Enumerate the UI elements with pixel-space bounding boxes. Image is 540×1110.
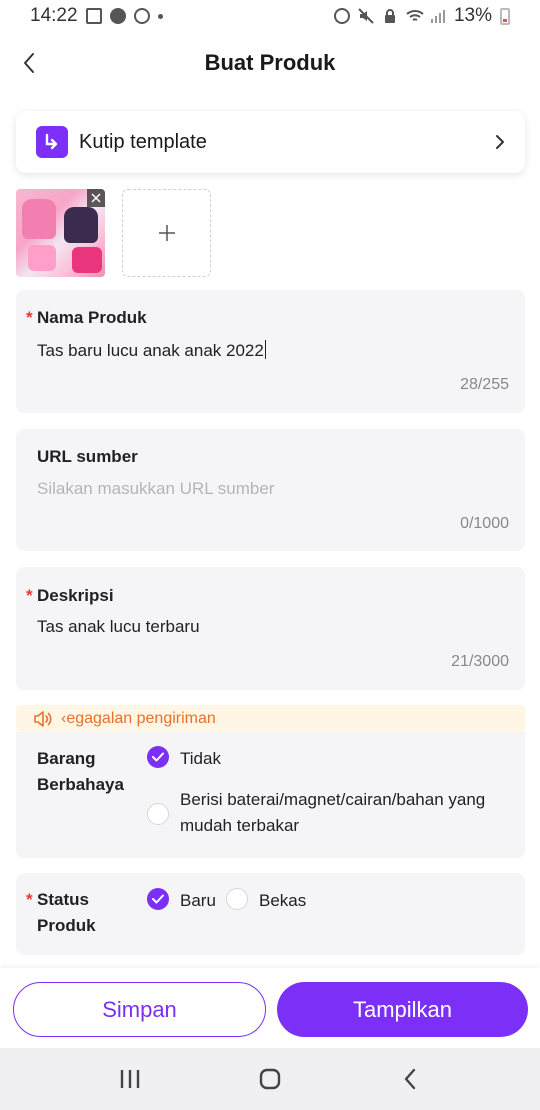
status-option-baru[interactable]: Baru bbox=[147, 888, 216, 914]
product-name-counter: 28/255 bbox=[460, 376, 509, 393]
home-button[interactable] bbox=[240, 1059, 300, 1099]
description-field[interactable]: * Deskripsi Tas anak lucu terbaru 21/3000 bbox=[16, 567, 525, 690]
photo-bag-shape bbox=[64, 207, 98, 243]
mute-icon bbox=[358, 8, 374, 24]
template-label: Kutip template bbox=[79, 130, 207, 153]
back-icon bbox=[404, 1068, 416, 1090]
status-bar-left: 14:22 bbox=[30, 5, 163, 27]
signal-icon bbox=[430, 8, 446, 24]
dangerous-option-berisi[interactable]: Berisi baterai/magnet/cairan/bahan yang … bbox=[147, 787, 507, 839]
page-title: Buat Produk bbox=[204, 50, 336, 75]
product-name-value: Tas baru lucu anak anak 2022 bbox=[37, 341, 264, 360]
sync-notification-icon bbox=[133, 8, 150, 24]
lock-icon bbox=[382, 8, 398, 24]
template-icon bbox=[36, 126, 68, 158]
product-photo-thumbnail[interactable] bbox=[16, 189, 105, 277]
radio-checked-icon bbox=[147, 888, 169, 910]
speaker-icon bbox=[34, 710, 52, 727]
dangerous-goods-section: Barang Berbahaya Tidak Berisi baterai/ma… bbox=[16, 732, 525, 858]
dangerous-option-tidak[interactable]: Tidak bbox=[147, 746, 221, 772]
system-back-button[interactable] bbox=[380, 1059, 440, 1099]
system-nav-bar bbox=[0, 1048, 540, 1110]
gallery-notification-icon bbox=[85, 8, 102, 24]
product-name-input[interactable]: Tas baru lucu anak anak 2022 bbox=[37, 340, 266, 361]
description-input[interactable]: Tas anak lucu terbaru bbox=[37, 617, 200, 637]
status-bar-right: 13% bbox=[333, 5, 510, 27]
option-label: Tidak bbox=[180, 749, 221, 768]
source-url-field[interactable]: URL sumber Silakan masukkan URL sumber 0… bbox=[16, 429, 525, 551]
product-name-label: * Nama Produk bbox=[26, 308, 147, 328]
chevron-left-icon bbox=[24, 53, 34, 73]
radio-unchecked-icon bbox=[226, 888, 248, 910]
source-url-counter: 0/1000 bbox=[460, 515, 509, 532]
publish-button[interactable]: Tampilkan bbox=[277, 982, 528, 1037]
template-selector[interactable]: Kutip template bbox=[16, 111, 525, 173]
more-notifications-icon bbox=[157, 13, 163, 19]
back-button[interactable] bbox=[14, 46, 44, 80]
recent-apps-icon bbox=[120, 1070, 140, 1088]
product-name-label-text: Nama Produk bbox=[37, 308, 147, 327]
photo-row bbox=[16, 189, 211, 277]
close-icon bbox=[91, 193, 101, 203]
required-mark: * bbox=[26, 586, 33, 605]
photo-bag-shape bbox=[28, 245, 56, 271]
remove-photo-button[interactable] bbox=[87, 189, 105, 207]
product-status-label-text: Status Produk bbox=[37, 890, 96, 935]
product-status-section: * Status Produk Baru Bekas bbox=[16, 873, 525, 955]
header: Buat Produk bbox=[0, 36, 540, 90]
status-bar: 14:22 13% bbox=[0, 0, 540, 32]
product-name-field[interactable]: * Nama Produk Tas baru lucu anak anak 202… bbox=[16, 290, 525, 413]
required-mark: * bbox=[26, 308, 33, 327]
text-cursor bbox=[264, 340, 266, 359]
option-label: Bekas bbox=[259, 891, 307, 910]
shipping-notice[interactable]: ‹egagalan pengiriman bbox=[16, 705, 525, 732]
required-mark: * bbox=[26, 890, 33, 909]
status-option-bekas[interactable]: Bekas bbox=[226, 888, 306, 914]
save-button[interactable]: Simpan bbox=[13, 982, 266, 1037]
recent-apps-button[interactable] bbox=[100, 1059, 160, 1099]
description-label-text: Deskripsi bbox=[37, 586, 114, 605]
home-icon bbox=[259, 1068, 281, 1090]
alarm-icon bbox=[333, 8, 350, 24]
photo-bag-shape bbox=[72, 247, 102, 273]
status-time: 14:22 bbox=[30, 5, 78, 26]
source-url-input[interactable]: Silakan masukkan URL sumber bbox=[37, 479, 274, 499]
source-url-label: URL sumber bbox=[37, 447, 138, 466]
product-status-label: * Status Produk bbox=[26, 887, 127, 939]
photo-bag-shape bbox=[22, 199, 56, 239]
app-notification-icon bbox=[109, 8, 126, 24]
notice-text: ‹egagalan pengiriman bbox=[61, 709, 216, 727]
radio-checked-icon bbox=[147, 746, 169, 768]
add-photo-button[interactable] bbox=[122, 189, 211, 277]
bottom-action-bar: Simpan Tampilkan bbox=[0, 968, 540, 1048]
chevron-right-icon bbox=[496, 135, 504, 149]
battery-icon bbox=[500, 7, 510, 25]
option-label: Berisi baterai/magnet/cairan/bahan yang … bbox=[180, 790, 486, 835]
wifi-icon bbox=[406, 8, 424, 24]
description-label: * Deskripsi bbox=[26, 586, 114, 606]
option-label: Baru bbox=[180, 891, 216, 910]
radio-unchecked-icon bbox=[147, 803, 169, 825]
description-counter: 21/3000 bbox=[451, 653, 509, 670]
plus-icon bbox=[158, 225, 175, 241]
dangerous-goods-label: Barang Berbahaya bbox=[37, 749, 124, 794]
battery-percent: 13% bbox=[453, 5, 492, 26]
